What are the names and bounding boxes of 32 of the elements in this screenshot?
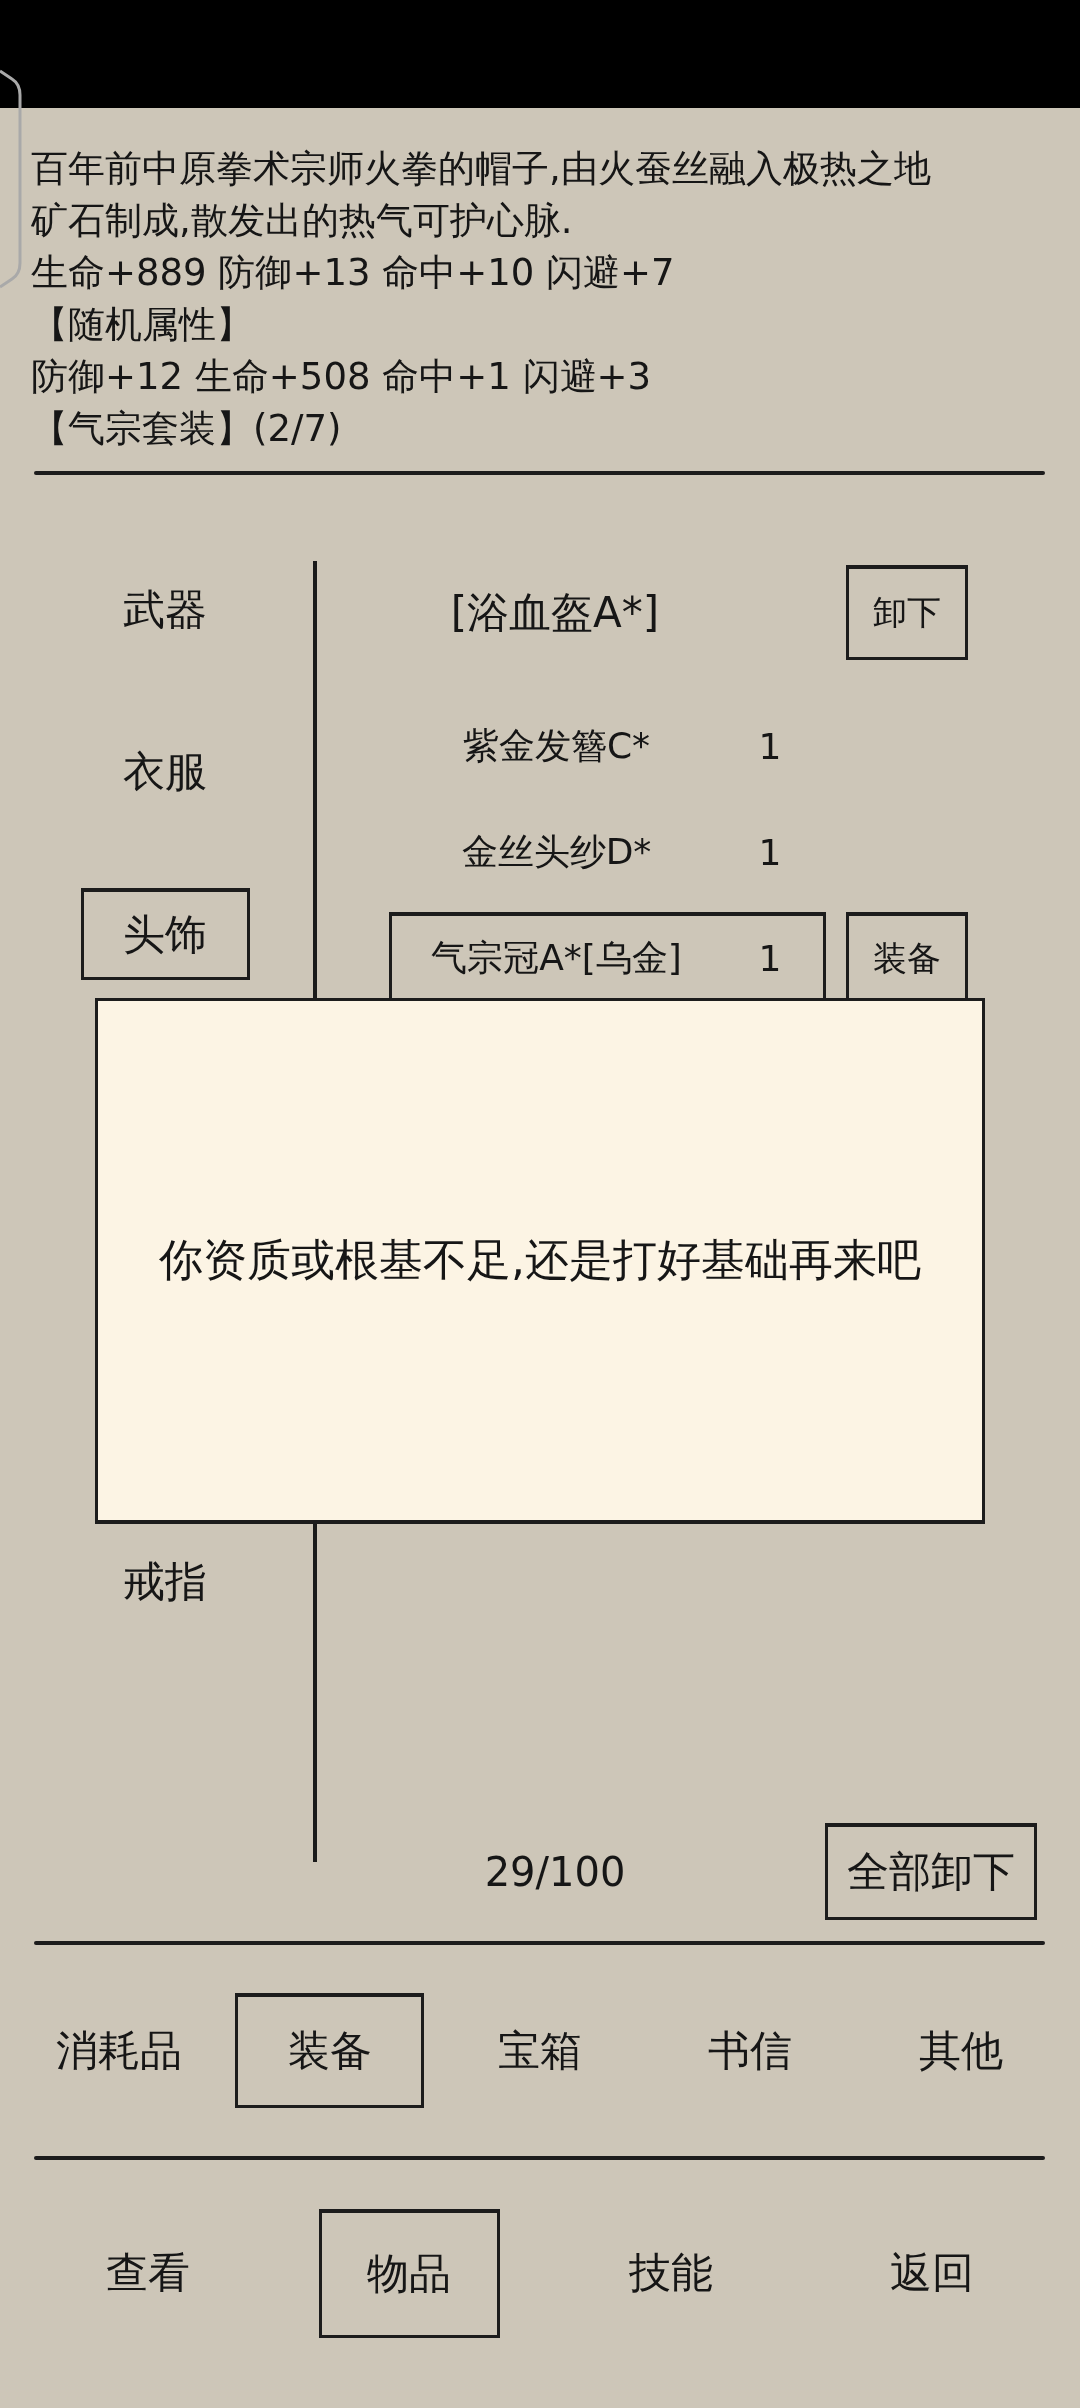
nav-tab[interactable]: 返回 <box>841 2208 1023 2338</box>
equipped-item-name: [浴血盔A*] <box>449 586 661 639</box>
unequip-all-button[interactable]: 全部卸下 <box>825 1823 1037 1920</box>
item-count: 1 <box>757 725 783 767</box>
description-line: 【随机属性】 <box>31 302 254 348</box>
category-tab[interactable]: 衣服 <box>80 726 250 818</box>
item-description: 百年前中原拳术宗师火拳的帽子,由火蚕丝融入极热之地矿石制成,散发出的热气可护心脉. <box>31 146 932 244</box>
item-name: 气宗冠A*[乌金] <box>430 936 683 980</box>
item-name: 金丝头纱D* <box>460 829 653 874</box>
item-type-tab[interactable]: 其他 <box>866 1993 1056 2108</box>
category-tab[interactable]: 戒指 <box>80 1536 250 1628</box>
item-type-tab[interactable]: 宝箱 <box>445 1993 635 2108</box>
nav-tab[interactable]: 技能 <box>580 2208 762 2338</box>
side-tab-icon <box>0 69 22 289</box>
nav-tab[interactable]: 物品 <box>318 2208 500 2338</box>
item-count: 1 <box>757 938 783 979</box>
item-row[interactable]: 金丝头纱D* 1 <box>389 806 826 898</box>
item-type-tab[interactable]: 消耗品 <box>24 1993 214 2108</box>
dialog-message: 你资质或根基不足,还是打好基础再来吧 <box>159 1233 921 1287</box>
description-line: 防御+12 生命+508 命中+1 闪避+3 <box>31 354 653 400</box>
item-type-tab[interactable]: 装备 <box>235 1993 425 2108</box>
nav-tab[interactable]: 查看 <box>57 2208 239 2338</box>
inventory-capacity: 29/100 <box>483 1848 627 1895</box>
description-line: 【气宗套装】(2/7) <box>31 406 343 452</box>
item-name: 紫金发簪C* <box>461 723 652 768</box>
item-row[interactable]: 紫金发簪C* 1 <box>389 700 826 792</box>
unequip-button[interactable]: 卸下 <box>846 565 968 660</box>
description-line: 生命+889 防御+13 命中+10 闪避+7 <box>31 250 676 296</box>
category-tab[interactable]: 武器 <box>80 564 250 656</box>
item-count: 1 <box>757 831 783 873</box>
category-tab[interactable]: 头饰 <box>80 888 250 980</box>
item-type-tab[interactable]: 书信 <box>655 1993 845 2108</box>
